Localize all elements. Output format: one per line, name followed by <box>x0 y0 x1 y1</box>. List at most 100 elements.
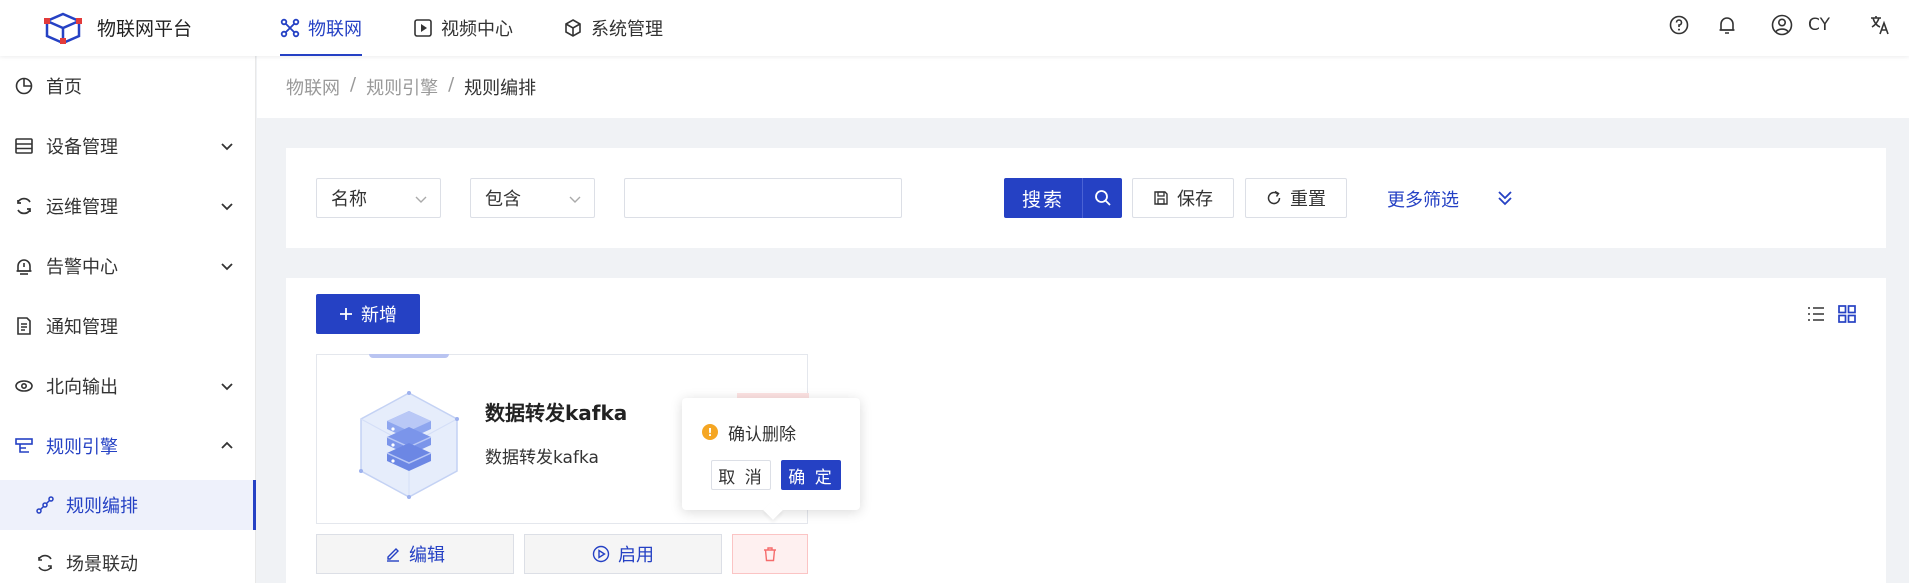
reset-button-label: 重置 <box>1290 189 1326 210</box>
sidebar-item-label: 运维管理 <box>46 197 118 218</box>
chevron-down-icon <box>569 196 581 203</box>
list-view-icon[interactable] <box>1806 304 1826 324</box>
bell-icon[interactable] <box>1716 14 1738 36</box>
chevron-down-icon <box>221 383 233 391</box>
active-tab-indicator <box>280 54 362 56</box>
user-name[interactable]: CY <box>1808 15 1830 35</box>
enable-button[interactable]: 启用 <box>524 534 722 574</box>
search-icon <box>1094 190 1111 206</box>
breadcrumb-current: 规则编排 <box>464 78 537 99</box>
refresh-icon <box>1267 190 1281 205</box>
chevron-down-icon <box>221 143 233 151</box>
operator-select-value: 包含 <box>485 189 521 210</box>
scene-icon <box>38 554 52 572</box>
more-filters-link[interactable]: 更多筛选 <box>1387 186 1459 212</box>
chevron-down-icon <box>221 203 233 211</box>
tab-label: 视频中心 <box>441 19 513 40</box>
chevron-up-icon <box>221 441 233 449</box>
sidebar: 首页 设备管理 运维管理 告警中心 通知管理 北向输出 规则引擎 规则编排 场景… <box>0 56 256 583</box>
cancel-button[interactable]: 取 消 <box>711 460 771 490</box>
pie-chart-icon <box>15 77 33 95</box>
trash-icon <box>764 547 776 562</box>
rule-engine-icon <box>15 438 33 453</box>
confirm-message: 确认删除 <box>728 425 796 445</box>
breadcrumb-separator: / <box>350 74 357 95</box>
chevron-down-icon <box>221 263 233 271</box>
enable-button-label: 启用 <box>618 545 654 566</box>
warning-icon: ! <box>702 424 718 440</box>
notice-icon <box>17 317 31 335</box>
field-select-value: 名称 <box>331 189 367 210</box>
edit-button[interactable]: 编辑 <box>316 534 514 574</box>
device-icon <box>15 138 33 154</box>
tab-iot[interactable]: 物联网 <box>280 0 362 56</box>
sidebar-item-alarm-center[interactable]: 告警中心 <box>0 236 256 296</box>
search-value-input[interactable] <box>624 178 902 218</box>
sidebar-item-label: 北向输出 <box>46 377 118 398</box>
ops-icon <box>17 197 31 215</box>
breadcrumb-bar: 物联网 / 规则引擎 / 规则编排 <box>257 56 1909 118</box>
field-select[interactable]: 名称 <box>316 178 441 218</box>
save-button[interactable]: 保存 <box>1132 178 1234 218</box>
card-tag <box>369 354 449 358</box>
tab-video-center[interactable]: 视频中心 <box>413 0 513 56</box>
sidebar-subitem-scene-linkage[interactable]: 场景联动 <box>0 538 256 583</box>
breadcrumb-item[interactable]: 规则引擎 <box>366 74 438 100</box>
sidebar-item-device-management[interactable]: 设备管理 <box>0 116 256 176</box>
sidebar-item-rule-engine[interactable]: 规则引擎 <box>0 416 256 476</box>
search-button[interactable]: 搜索 <box>1004 178 1082 218</box>
edit-button-label: 编辑 <box>409 545 445 566</box>
translate-icon[interactable] <box>1869 14 1891 36</box>
top-header: 物联网平台 物联网 视频中心 系统管理 CY <box>0 0 1909 56</box>
sidebar-item-label: 首页 <box>46 77 82 98</box>
double-chevron-down-icon[interactable] <box>1496 189 1514 207</box>
confirm-button[interactable]: 确 定 <box>781 460 841 490</box>
breadcrumb-item[interactable]: 物联网 <box>286 74 340 100</box>
confirm-button-label: 确 定 <box>788 467 834 488</box>
delete-confirm-popover: ! 确认删除 取 消 确 定 <box>682 398 860 520</box>
sidebar-item-northbound-output[interactable]: 北向输出 <box>0 356 256 416</box>
tab-label: 系统管理 <box>591 19 663 40</box>
sidebar-subitem-rule-orchestration[interactable]: 规则编排 <box>0 480 256 530</box>
chevron-down-icon <box>415 196 427 203</box>
flow-icon <box>36 496 54 514</box>
app-title: 物联网平台 <box>97 18 193 40</box>
card-description: 数据转发kafka <box>485 448 599 468</box>
add-button[interactable]: 新增 <box>316 294 420 334</box>
sidebar-item-home[interactable]: 首页 <box>0 56 256 116</box>
plus-icon <box>340 308 352 320</box>
breadcrumb: 物联网 / 规则引擎 / 规则编排 <box>286 74 536 100</box>
sidebar-item-label: 告警中心 <box>46 257 118 278</box>
tab-label: 物联网 <box>308 19 362 40</box>
sidebar-item-ops-management[interactable]: 运维管理 <box>0 176 256 236</box>
play-circle-icon <box>592 545 610 563</box>
delete-button[interactable] <box>732 534 808 574</box>
sidebar-subitem-label: 场景联动 <box>66 554 138 575</box>
cancel-button-label: 取 消 <box>718 467 764 488</box>
search-button-label: 搜索 <box>1021 188 1064 211</box>
breadcrumb-separator: / <box>448 74 455 95</box>
output-icon <box>15 380 33 392</box>
sidebar-item-label: 设备管理 <box>46 137 118 158</box>
search-icon-button[interactable] <box>1082 178 1122 218</box>
user-avatar-icon[interactable] <box>1771 14 1793 36</box>
content-panel: 新增 数据转发kafka 数据转发kafka 编辑 启用 <box>286 278 1886 583</box>
alarm-icon <box>16 259 32 275</box>
save-button-label: 保存 <box>1177 189 1213 210</box>
filter-panel: 名称 包含 搜索 保存 重置 更多筛选 <box>286 148 1886 248</box>
sidebar-item-notification-management[interactable]: 通知管理 <box>0 296 256 356</box>
save-icon <box>1154 191 1168 205</box>
sidebar-subitem-label: 规则编排 <box>66 496 138 517</box>
video-icon <box>414 19 432 37</box>
logo-icon <box>44 12 82 44</box>
operator-select[interactable]: 包含 <box>470 178 595 218</box>
sidebar-item-label: 规则引擎 <box>46 437 118 458</box>
reset-button[interactable]: 重置 <box>1245 178 1347 218</box>
help-icon[interactable] <box>1668 14 1690 36</box>
add-button-label: 新增 <box>361 305 397 326</box>
tab-system-management[interactable]: 系统管理 <box>563 0 663 56</box>
card-title: 数据转发kafka <box>485 401 628 425</box>
system-icon <box>565 19 581 37</box>
edit-icon <box>387 548 399 562</box>
grid-view-icon[interactable] <box>1837 304 1857 324</box>
